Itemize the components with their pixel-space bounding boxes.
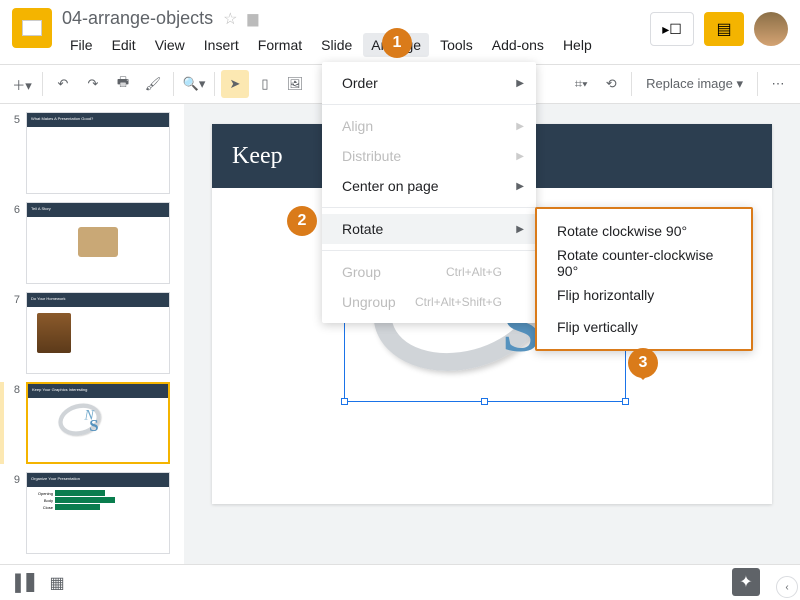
thumb-title: Keep Your Graphics Interesting (28, 384, 168, 398)
replace-image-button[interactable]: Replace image ▾ (638, 76, 751, 92)
menu-edit[interactable]: Edit (104, 33, 144, 57)
menu-help[interactable]: Help (555, 33, 600, 57)
thumb-title: Do Your Homework (27, 293, 169, 307)
paint-format-button[interactable]: 🖌 (139, 70, 167, 98)
menu-item-align: Align▶ (322, 111, 536, 141)
menu-insert[interactable]: Insert (196, 33, 247, 57)
more-button[interactable]: ⋯ (764, 70, 792, 98)
crop-button[interactable]: ⌗▾ (567, 70, 595, 98)
doc-title[interactable]: 04-arrange-objects (62, 8, 213, 29)
present-button[interactable]: ▸☐ (650, 12, 694, 46)
filmstrip-view-button[interactable]: ▌▋ (12, 571, 42, 595)
menu-item-order[interactable]: Order▶ (322, 68, 536, 98)
menu-format[interactable]: Format (250, 33, 310, 57)
thumbnail-panel: 5 What Makes A Presentation Good? 6 Tell A … (0, 104, 184, 564)
thumb-title: What Makes A Presentation Good? (27, 113, 169, 127)
menu-item-center-on-page[interactable]: Center on page▶ (322, 171, 536, 201)
rotate-submenu: Rotate clockwise 90°Rotate counter-clock… (535, 207, 753, 351)
menu-file[interactable]: File (62, 33, 101, 57)
share-button[interactable]: ▤ (704, 12, 744, 46)
thumbnail[interactable]: Keep Your Graphics InterestingNS (26, 382, 170, 464)
undo-button[interactable]: ↶ (49, 70, 77, 98)
print-button[interactable]: 🖶 (109, 70, 137, 98)
explore-button[interactable]: ✦ (732, 568, 760, 596)
thumbnail-row[interactable]: 8 Keep Your Graphics InterestingNS (0, 378, 184, 468)
submenu-item-rotate-clockwise-90-[interactable]: Rotate clockwise 90° (537, 215, 751, 247)
thumb-number: 7 (8, 294, 20, 306)
thumbnail[interactable]: Do Your Homework (26, 292, 170, 374)
menu-slide[interactable]: Slide (313, 33, 360, 57)
bottom-bar: ▌▋ ▦ (0, 564, 800, 600)
thumb-number: 6 (8, 204, 20, 216)
thumb-number: 8 (8, 384, 20, 396)
submenu-item-flip-horizontally[interactable]: Flip horizontally (537, 279, 751, 311)
menu-tools[interactable]: Tools (432, 33, 481, 57)
folder-icon[interactable]: ▆ (247, 10, 258, 27)
redo-button[interactable]: ↷ (79, 70, 107, 98)
menu-add-ons[interactable]: Add-ons (484, 33, 552, 57)
menu-item-group: GroupCtrl+Alt+G (322, 257, 536, 287)
menu-item-ungroup: UngroupCtrl+Alt+Shift+G (322, 287, 536, 317)
thumb-title: Tell A Story (27, 203, 169, 217)
submenu-item-rotate-counter-clockwise-90-[interactable]: Rotate counter-clockwise 90° (537, 247, 751, 279)
new-slide-button[interactable]: ＋▾ (8, 70, 36, 98)
user-avatar[interactable] (754, 12, 788, 46)
thumbnail-row[interactable]: 5 What Makes A Presentation Good? (0, 108, 184, 198)
thumbnail[interactable]: Tell A Story (26, 202, 170, 284)
select-tool[interactable]: ➤ (221, 70, 249, 98)
menu-view[interactable]: View (147, 33, 193, 57)
thumbnail-row[interactable]: 9 Organize Your PresentationOpeningBodyCl… (0, 468, 184, 558)
thumb-title: Organize Your Presentation (27, 473, 169, 487)
thumbnail[interactable]: What Makes A Presentation Good? (26, 112, 170, 194)
grid-view-button[interactable]: ▦ (42, 571, 72, 595)
arrange-menu: Order▶ Align▶Distribute▶Center on page▶ Ro… (322, 62, 536, 323)
thumb-number: 5 (8, 114, 20, 126)
callout-2: 2 (287, 206, 317, 236)
menubar: FileEditViewInsertFormatSlideArrangeTool… (62, 33, 650, 57)
star-icon[interactable]: ☆ (223, 9, 237, 29)
thumbnail-row[interactable]: 6 Tell A Story (0, 198, 184, 288)
menu-item-rotate[interactable]: Rotate▶ (322, 214, 536, 244)
thumb-number: 9 (8, 474, 20, 486)
callout-1: 1 (382, 28, 412, 58)
scroll-left-button[interactable]: ‹ (776, 576, 798, 598)
thumbnail[interactable]: Organize Your PresentationOpeningBodyClo… (26, 472, 170, 554)
slides-logo[interactable] (12, 8, 52, 48)
textbox-tool[interactable]: ▯ (251, 70, 279, 98)
submenu-item-flip-vertically[interactable]: Flip vertically (537, 311, 751, 343)
thumbnail-row[interactable]: 7 Do Your Homework (0, 288, 184, 378)
callout-3: 3 (628, 348, 658, 378)
menu-item-distribute: Distribute▶ (322, 141, 536, 171)
reset-image-button[interactable]: ⟲ (597, 70, 625, 98)
zoom-button[interactable]: 🔍▾ (180, 70, 208, 98)
image-tool[interactable]: 🖼 (281, 70, 309, 98)
